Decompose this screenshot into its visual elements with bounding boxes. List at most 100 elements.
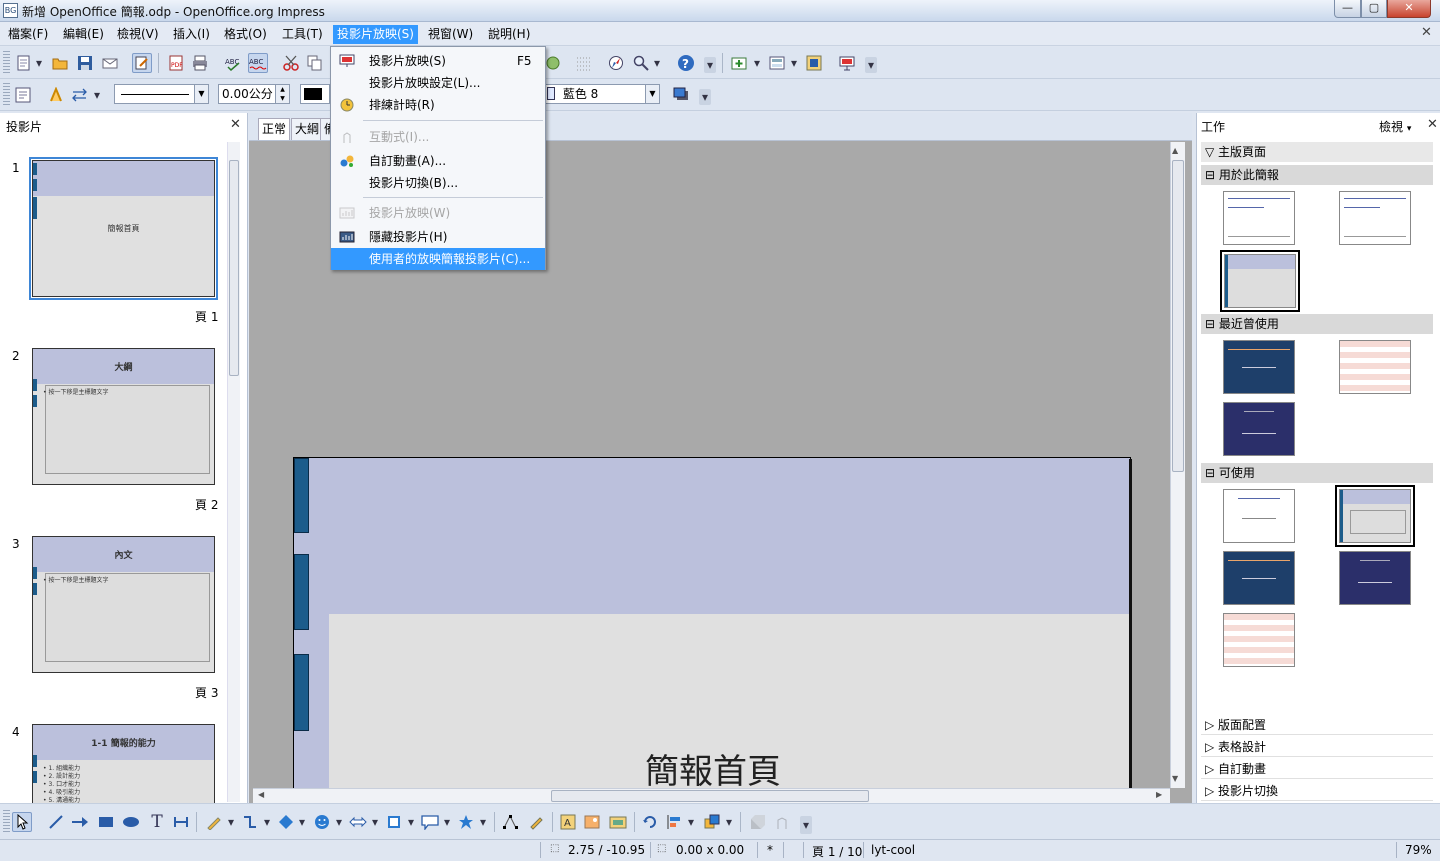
- save-icon[interactable]: [75, 53, 95, 73]
- scrollbar-thumb[interactable]: [229, 160, 239, 376]
- toolbar-overflow-icon[interactable]: ▾: [704, 57, 716, 73]
- zoom-icon[interactable]: [631, 53, 651, 73]
- layout-dropdown-icon[interactable]: ▾: [789, 53, 799, 73]
- toolbar-handle[interactable]: [3, 83, 10, 107]
- main-horizontal-scrollbar[interactable]: ◀ ▶: [253, 788, 1170, 803]
- master-page-thumb[interactable]: [1223, 613, 1295, 667]
- menu-item-custom-slide-show[interactable]: 使用者的放映簡報投影片(C)...: [331, 248, 545, 270]
- slide-show-icon[interactable]: [837, 53, 857, 73]
- slide-design-icon[interactable]: [804, 53, 824, 73]
- new-slide-icon[interactable]: [729, 53, 749, 73]
- line-icon[interactable]: [46, 85, 66, 105]
- menu-tools[interactable]: 工具(T): [278, 25, 327, 44]
- fontwork-icon[interactable]: A: [558, 812, 578, 832]
- menu-item-show-slide[interactable]: 投影片放映(W): [333, 202, 543, 224]
- help-icon[interactable]: ?: [676, 53, 696, 73]
- close-icon[interactable]: ✕: [1427, 117, 1438, 132]
- menu-item-interaction[interactable]: 互動式(I)...: [333, 126, 543, 148]
- new-slide-dropdown-icon[interactable]: ▾: [752, 53, 762, 73]
- styles-icon[interactable]: [13, 85, 33, 105]
- slide-thumbnail-1[interactable]: 簡報首頁: [29, 157, 218, 300]
- slide-thumbnail-3[interactable]: 內文 • 按一下移是主標題文字: [32, 536, 215, 673]
- chevron-down-icon[interactable]: ▼: [194, 85, 208, 103]
- minimize-button[interactable]: —: [1334, 0, 1361, 18]
- layouts-section[interactable]: ▷ 版面配置: [1201, 715, 1433, 735]
- menu-item-slide-show[interactable]: 投影片放映(S) F5: [333, 50, 543, 72]
- toolbar-overflow-icon[interactable]: ▾: [865, 57, 877, 73]
- navigator-icon[interactable]: [606, 53, 626, 73]
- block-arrows-dropdown-icon[interactable]: ▾: [370, 812, 380, 832]
- menu-item-slide-transition[interactable]: 投影片切換(B)...: [333, 172, 543, 194]
- master-page-thumb[interactable]: [1339, 551, 1411, 605]
- spinner-icon[interactable]: ▲ ▼: [275, 85, 289, 103]
- copy-icon[interactable]: [305, 53, 325, 73]
- main-vertical-scrollbar[interactable]: ▲ ▼: [1170, 142, 1185, 788]
- arrow-style-icon[interactable]: [70, 85, 90, 105]
- zoom-dropdown-icon[interactable]: ▾: [652, 53, 662, 73]
- master-page-thumb[interactable]: [1223, 402, 1295, 456]
- arrange-icon[interactable]: [702, 812, 722, 832]
- star-icon[interactable]: [456, 812, 476, 832]
- slide-transition-section[interactable]: ▷ 投影片切換: [1201, 781, 1433, 801]
- slide-thumbnail-2[interactable]: 大綱 • 按一下移是主標題文字: [32, 348, 215, 485]
- menu-item-slide-show-settings[interactable]: 投影片放映設定(L)...: [333, 72, 543, 94]
- glue-points-icon[interactable]: [526, 812, 546, 832]
- grid-icon[interactable]: [574, 53, 594, 73]
- line-width-field[interactable]: 0.00公分 ▲ ▼: [218, 84, 290, 104]
- toolbar-overflow-icon[interactable]: ▾: [699, 89, 711, 105]
- menu-view[interactable]: 檢視(V): [113, 25, 163, 44]
- used-in-presentation-header[interactable]: ⊟ 用於此簡報: [1201, 165, 1433, 185]
- close-icon[interactable]: ✕: [230, 117, 241, 132]
- scroll-down-icon[interactable]: ▼: [1172, 774, 1178, 783]
- export-pdf-icon[interactable]: PDF: [166, 53, 186, 73]
- menu-edit[interactable]: 編輯(E): [59, 25, 108, 44]
- curve-icon[interactable]: [204, 812, 224, 832]
- recently-used-header[interactable]: ⊟ 最近曾使用: [1201, 314, 1433, 334]
- extrusion-icon[interactable]: [748, 812, 768, 832]
- area-color-select[interactable]: 藍色 8 ▼: [543, 84, 660, 104]
- arrange-dropdown-icon[interactable]: ▾: [724, 812, 734, 832]
- tab-normal[interactable]: 正常: [258, 118, 291, 140]
- menu-format[interactable]: 格式(O): [220, 25, 271, 44]
- zoom-level[interactable]: 79%: [1405, 843, 1432, 857]
- table-design-section[interactable]: ▷ 表格設計: [1201, 737, 1433, 757]
- scrollbar-thumb[interactable]: [1172, 160, 1184, 472]
- interaction-toolbar-icon[interactable]: [772, 812, 792, 832]
- autospellcheck-icon[interactable]: ABC: [248, 53, 268, 73]
- callout-dropdown-icon[interactable]: ▾: [442, 812, 452, 832]
- gallery-toggle-icon[interactable]: [608, 812, 628, 832]
- menu-item-custom-animation[interactable]: 自訂動畫(A)...: [333, 150, 543, 172]
- menu-slide-show[interactable]: 投影片放映(S): [333, 25, 418, 44]
- connector-icon[interactable]: [240, 812, 260, 832]
- task-pane-view-menu[interactable]: 檢視 ▾: [1379, 118, 1411, 135]
- line-tool-icon[interactable]: [46, 812, 66, 832]
- connector-dropdown-icon[interactable]: ▾: [262, 812, 272, 832]
- master-page-thumb-selected[interactable]: [1220, 250, 1300, 312]
- spellcheck-icon[interactable]: ABC: [224, 53, 244, 73]
- line-style-select[interactable]: ▼: [114, 84, 209, 104]
- gallery-icon[interactable]: [543, 53, 563, 73]
- insert-image-icon[interactable]: [583, 812, 603, 832]
- open-folder-icon[interactable]: [50, 53, 70, 73]
- master-pages-header[interactable]: ▽ 主版頁面: [1201, 142, 1433, 162]
- menu-file[interactable]: 檔案(F): [4, 25, 52, 44]
- scroll-right-icon[interactable]: ▶: [1156, 790, 1162, 799]
- scroll-left-icon[interactable]: ◀: [258, 790, 264, 799]
- vertical-text-icon[interactable]: [171, 812, 191, 832]
- new-dropdown-icon[interactable]: ▾: [34, 53, 44, 73]
- close-document-icon[interactable]: ✕: [1421, 25, 1432, 40]
- slide-canvas[interactable]: 簡報首頁: [293, 457, 1131, 788]
- print-icon[interactable]: [190, 53, 210, 73]
- rotate-icon[interactable]: [640, 812, 660, 832]
- maximize-button[interactable]: ▢: [1361, 0, 1387, 18]
- available-header[interactable]: ⊟ 可使用: [1201, 463, 1433, 483]
- master-page-thumb[interactable]: [1223, 489, 1295, 543]
- slide-title[interactable]: 簡報首頁: [294, 744, 1130, 788]
- rectangle-icon[interactable]: [96, 812, 116, 832]
- slide-thumbnail-4[interactable]: 1-1 簡報的能力 • 1. 組織能力 • 2. 設計能力 • 3. 口才能力 …: [32, 724, 215, 803]
- menu-item-rehearse-timings[interactable]: 排練計時(R): [333, 94, 543, 116]
- arrow-style-dropdown-icon[interactable]: ▾: [92, 85, 102, 105]
- star-dropdown-icon[interactable]: ▾: [478, 812, 488, 832]
- master-page-thumb[interactable]: [1223, 340, 1295, 394]
- flowchart-dropdown-icon[interactable]: ▾: [406, 812, 416, 832]
